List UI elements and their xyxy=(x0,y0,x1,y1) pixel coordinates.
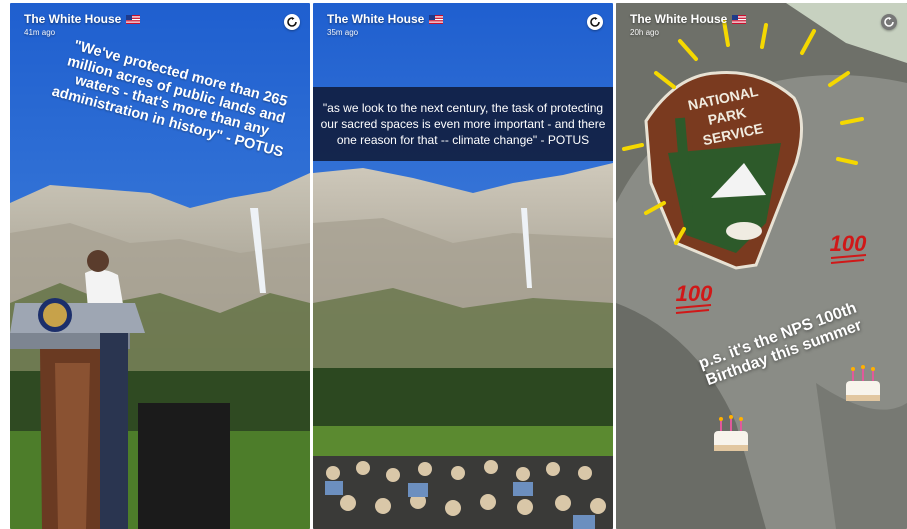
story-header: The White House 35m ago xyxy=(327,12,444,37)
caption-bar: "as we look to the next century, the tas… xyxy=(313,87,613,161)
story-panel-1[interactable]: The White House 41m ago "We've protected… xyxy=(10,3,310,529)
replay-icon[interactable] xyxy=(587,14,603,30)
us-flag-icon xyxy=(732,14,747,24)
replay-icon[interactable] xyxy=(881,14,897,30)
yosemite-crowd-photo xyxy=(313,3,613,529)
hundred-emoji: 100 xyxy=(676,281,713,306)
story-header: The White House 20h ago xyxy=(630,12,747,37)
caption-text: "as we look to the next century, the tas… xyxy=(320,101,606,147)
us-flag-icon xyxy=(429,14,444,24)
story-time: 35m ago xyxy=(327,28,359,37)
nps-patch-photo: NATIONAL PARK SERVICE 100 100 xyxy=(616,3,907,529)
us-flag-icon xyxy=(126,14,141,24)
account-name[interactable]: The White House xyxy=(630,12,727,26)
account-name[interactable]: The White House xyxy=(327,12,424,26)
story-time: 41m ago xyxy=(24,28,56,37)
story-header: The White House 41m ago xyxy=(24,12,141,37)
hundred-emoji: 100 xyxy=(830,231,867,256)
story-time: 20h ago xyxy=(630,28,659,37)
story-panel-2[interactable]: The White House 35m ago "as we look to t… xyxy=(313,3,613,529)
account-name[interactable]: The White House xyxy=(24,12,121,26)
replay-icon[interactable] xyxy=(284,14,300,30)
story-panel-3[interactable]: NATIONAL PARK SERVICE 100 100 The White … xyxy=(616,3,907,529)
